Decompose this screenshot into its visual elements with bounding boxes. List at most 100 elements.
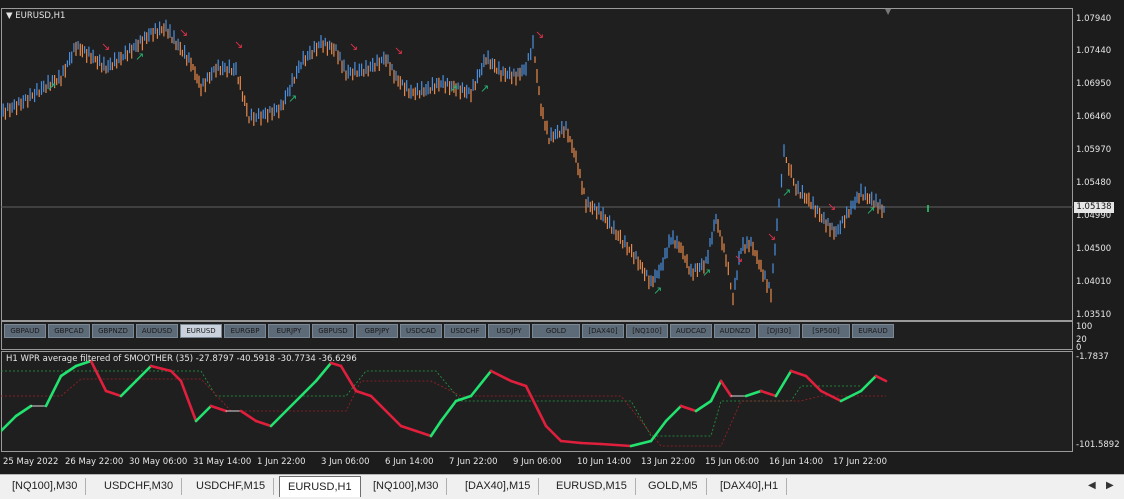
time-axis-label: 30 May 06:00: [129, 457, 188, 467]
wpr-line-segment: [664, 404, 683, 423]
chart-tab[interactable]: [DAX40],H1: [712, 478, 788, 495]
indicator-scale-top: -1.7837: [1076, 352, 1109, 362]
chart-tab[interactable]: GOLD,M5: [640, 478, 707, 495]
wpr-indicator-chart[interactable]: [1, 351, 1073, 452]
buy-arrow-icon: ↗: [288, 92, 297, 105]
wpr-line-segment: [369, 394, 388, 413]
wpr-line-segment: [414, 429, 433, 438]
wpr-line-segment: [209, 404, 228, 413]
chart-tab[interactable]: EURUSD,M15: [548, 478, 636, 495]
symbol-button-usdjpy[interactable]: USDJPY: [488, 324, 530, 338]
wpr-line-segment: [774, 369, 793, 398]
chart-tab[interactable]: [NQ100],M30: [365, 478, 448, 495]
symbol-button-eurgbp[interactable]: EURGBP: [224, 324, 266, 338]
wpr-line-segment: [119, 379, 138, 398]
price-axis-label: 1.05970: [1076, 145, 1112, 155]
chart-tab[interactable]: [NQ100],M30: [4, 478, 87, 495]
symbol-button-gbpjpy[interactable]: GBPJPY: [356, 324, 398, 338]
symbol-button-dji30[interactable]: [DJI30]: [758, 324, 800, 338]
time-axis-label: 26 May 22:00: [65, 457, 124, 467]
sell-arrow-icon: ↘: [349, 40, 358, 53]
sell-arrow-icon: ↘: [179, 26, 188, 39]
symbol-button-audcad[interactable]: AUDCAD: [670, 324, 712, 338]
symbol-button-gbpnzd[interactable]: GBPNZD: [92, 324, 134, 338]
price-axis-label: 1.07940: [1076, 14, 1112, 24]
buy-arrow-icon: ↗: [449, 82, 458, 95]
buy-arrow-icon: ↗: [866, 204, 875, 217]
sell-arrow-icon: ↘: [535, 28, 544, 41]
buy-arrow-icon: ↗: [135, 50, 144, 63]
wpr-line-segment: [254, 419, 273, 428]
symbol-scale-100: 100: [1076, 322, 1093, 332]
wpr-line-segment: [599, 442, 633, 448]
wpr-line-segment: [469, 369, 493, 398]
wpr-line-segment: [439, 399, 458, 423]
symbol-button-gbpcad[interactable]: GBPCAD: [48, 324, 90, 338]
symbol-button-audnzd[interactable]: AUDNZD: [714, 324, 756, 338]
symbol-button-usdchf[interactable]: USDCHF: [444, 324, 486, 338]
price-axis-label: 1.03510: [1076, 310, 1112, 320]
time-axis-label: 10 Jun 14:00: [577, 457, 631, 467]
wpr-line-segment: [384, 409, 403, 428]
collapse-triangle-icon[interactable]: ▼: [6, 11, 13, 21]
wpr-line-segment: [579, 441, 603, 446]
buy-arrow-icon: ↗: [480, 82, 489, 95]
time-axis-label: 6 Jun 14:00: [385, 457, 434, 467]
price-axis-label: 1.06950: [1076, 79, 1112, 89]
symbol-button-gold[interactable]: GOLD: [532, 324, 580, 338]
wpr-line-segment: [679, 404, 698, 413]
sell-arrow-icon: ↘: [767, 230, 776, 243]
price-axis-label: 1.04500: [1076, 244, 1112, 254]
wpr-line-segment: [524, 384, 548, 428]
symbol-button-sp500[interactable]: [SP500]: [802, 324, 850, 338]
wpr-line-segment: [104, 389, 123, 398]
wpr-line-segment: [429, 419, 443, 438]
wpr-line-segment: [269, 409, 288, 428]
symbol-button-dax40[interactable]: [DAX40]: [582, 324, 624, 338]
wpr-line-segment: [179, 379, 198, 423]
symbol-button-eurusd[interactable]: EURUSD: [180, 324, 222, 338]
wpr-line-segment: [744, 389, 763, 398]
wpr-signal-red: [1, 378, 886, 447]
shift-marker-icon: ▼: [885, 8, 892, 16]
chart-tab[interactable]: USDCHF,M15: [188, 478, 275, 495]
wpr-line-segment: [239, 409, 258, 423]
wpr-line-segment: [789, 369, 808, 378]
sell-arrow-icon: ↘: [734, 252, 743, 265]
time-axis-label: 13 Jun 22:00: [641, 457, 695, 467]
wpr-line-segment: [759, 389, 778, 398]
buy-arrow-icon: ↗: [702, 266, 711, 279]
wpr-line-segment: [1, 414, 18, 433]
tab-scroll-right-icon[interactable]: ▶: [1106, 480, 1114, 491]
buy-arrow-icon: ↗: [782, 186, 791, 199]
chart-tab[interactable]: USDCHF,M30: [96, 478, 183, 495]
sell-arrow-icon: ↘: [234, 38, 243, 51]
chart-tab[interactable]: [DAX40],M15: [457, 478, 540, 495]
symbol-button-nq100[interactable]: [NQ100]: [626, 324, 668, 338]
symbol-button-audusd[interactable]: AUDUSD: [136, 324, 178, 338]
price-axis-label: 1.05480: [1076, 178, 1112, 188]
wpr-line-segment: [694, 399, 713, 413]
chart-title: ▼ EURUSD,H1: [6, 11, 66, 21]
time-axis-label: 31 May 14:00: [193, 457, 252, 467]
time-axis-label: 16 Jun 14:00: [769, 457, 823, 467]
symbol-button-euraud[interactable]: EURAUD: [852, 324, 894, 338]
wpr-line-segment: [314, 361, 333, 383]
symbol-button-eurjpy[interactable]: EURJPY: [268, 324, 310, 338]
tab-scroll-left-icon[interactable]: ◀: [1088, 480, 1096, 491]
time-axis-label: 9 Jun 06:00: [513, 457, 562, 467]
wpr-line-segment: [339, 364, 358, 393]
wpr-line-segment: [169, 369, 183, 383]
wpr-line-segment: [194, 404, 213, 423]
time-axis-label: 3 Jun 06:00: [321, 457, 370, 467]
wpr-line-segment: [149, 364, 173, 373]
wpr-line-segment: [874, 374, 888, 383]
price-chart[interactable]: ↗ ↗ ↗ ↗ ↗ ↗ ↗ ↗ ↗ ↘ ↘ ↘ ↘ ↘ ↘ ↘ ↘ ↘ ▼: [1, 8, 1073, 321]
symbol-button-usdcad[interactable]: USDCAD: [400, 324, 442, 338]
symbol-button-gbpaud[interactable]: GBPAUD: [4, 324, 46, 338]
wpr-line-segment: [14, 404, 33, 418]
chart-tab[interactable]: EURUSD,H1: [279, 476, 361, 497]
symbol-button-gbpusd[interactable]: GBPUSD: [312, 324, 354, 338]
wpr-line-segment: [354, 389, 373, 398]
buy-arrow-icon: ↗: [47, 80, 56, 93]
